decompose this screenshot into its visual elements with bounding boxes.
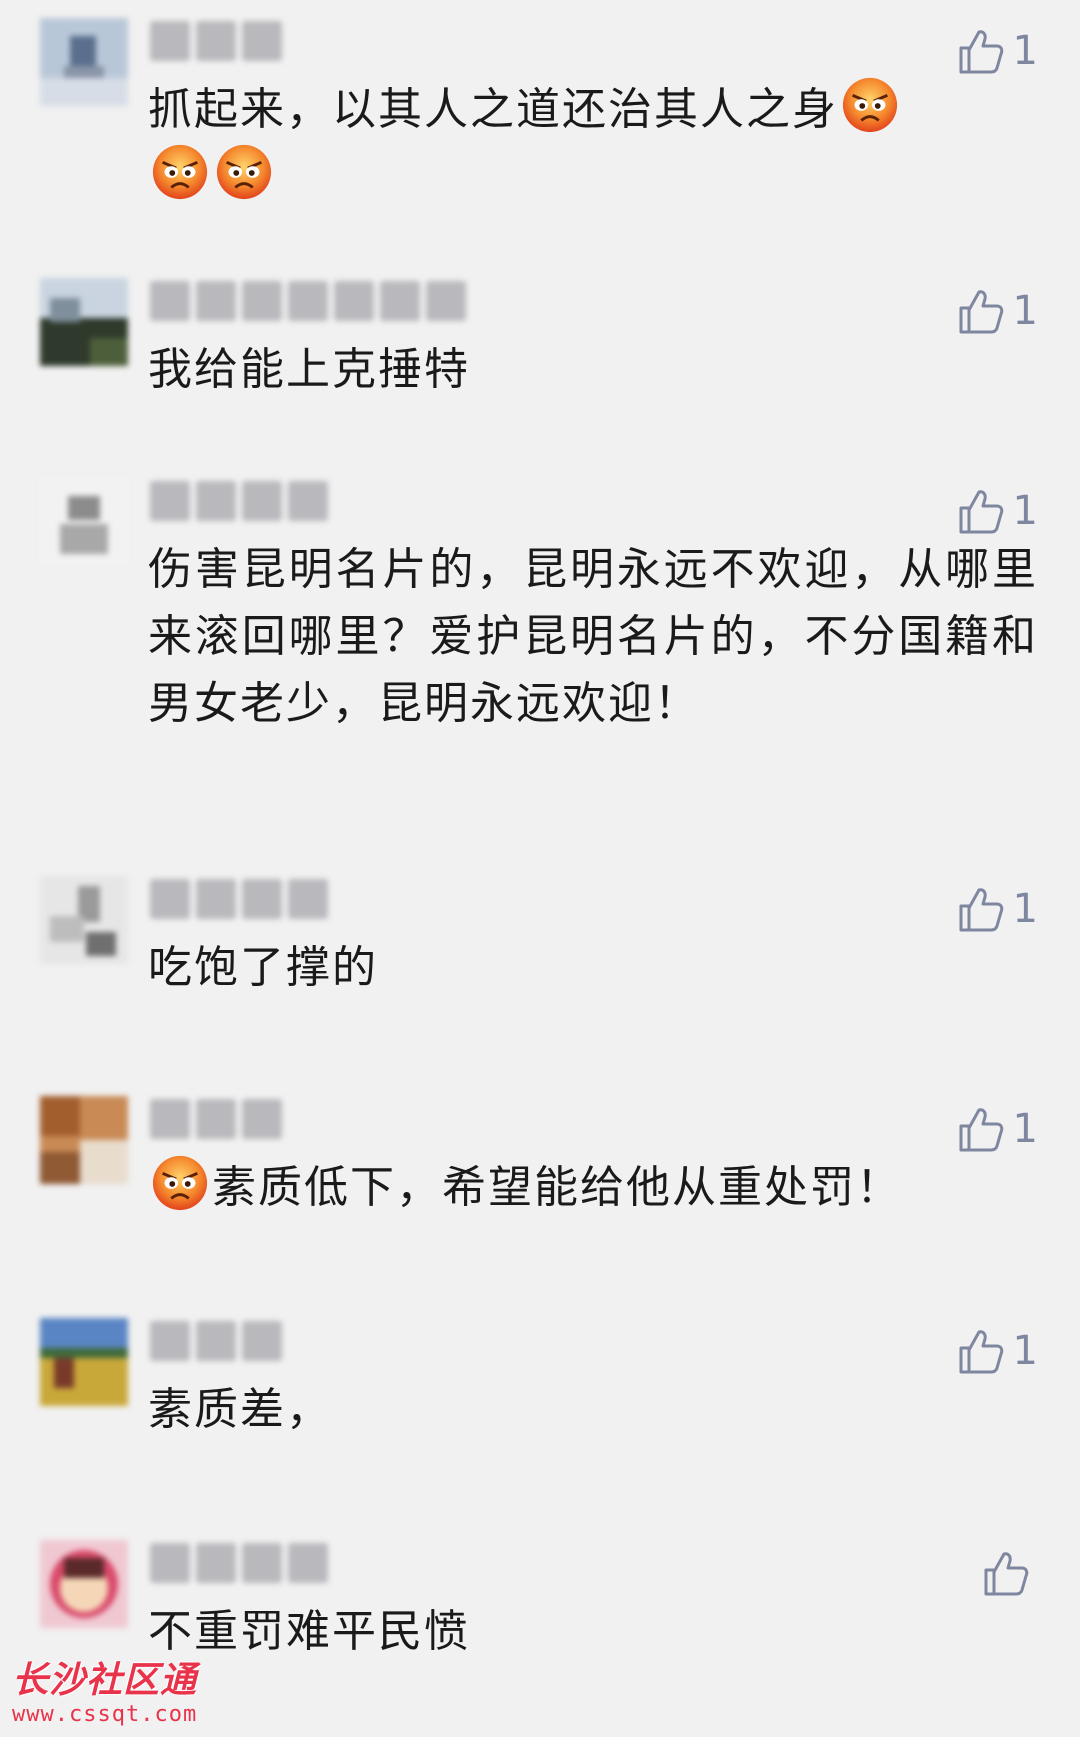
comment-text: 吃饱了撑的: [148, 942, 378, 993]
thumbs-up-icon: [959, 888, 1003, 932]
like-button[interactable]: [980, 1548, 1038, 1598]
like-button[interactable]: 1: [955, 1326, 1038, 1376]
thumbs-up-icon: [959, 290, 1003, 334]
username-blurred: [150, 1318, 282, 1364]
comment-text: 不重罚难平民愤: [148, 1606, 470, 1657]
comment-text: 素质差，: [148, 1384, 332, 1435]
avatar[interactable]: [40, 478, 128, 566]
like-count: 1: [1012, 488, 1038, 534]
like-button[interactable]: 1: [955, 286, 1038, 336]
thumbs-up-icon: [959, 1108, 1003, 1152]
thumbs-up-icon: [959, 30, 1003, 74]
like-count: 1: [1012, 28, 1038, 74]
comment-text: 抓起来，以其人之道还治其人之身: [148, 76, 1038, 210]
like-button[interactable]: 1: [955, 1104, 1038, 1154]
username-blurred: [150, 1096, 282, 1142]
like-count: 1: [1012, 288, 1038, 334]
angry-face-icon: [841, 76, 899, 134]
like-button[interactable]: 1: [955, 884, 1038, 934]
username-blurred: [150, 278, 466, 324]
angry-face-icon: [151, 143, 209, 201]
like-count: 1: [1012, 886, 1038, 932]
username-blurred: [150, 18, 282, 64]
avatar[interactable]: [40, 1540, 128, 1628]
comment-text: 素质低下，希望能给他从重处罚！: [148, 1154, 1038, 1221]
avatar[interactable]: [40, 278, 128, 366]
avatar[interactable]: [40, 1318, 128, 1406]
like-count: 1: [1012, 1106, 1038, 1152]
like-count: 1: [1012, 1328, 1038, 1374]
like-button[interactable]: 1: [955, 26, 1038, 76]
like-button[interactable]: 1: [955, 486, 1038, 536]
thumbs-up-icon: [984, 1552, 1029, 1596]
avatar[interactable]: [40, 18, 128, 106]
watermark: 长沙社区通 www.cssqt.com: [12, 1660, 197, 1728]
avatar[interactable]: [40, 1096, 128, 1184]
watermark-url: www.cssqt.com: [12, 1702, 198, 1727]
comment-text: 伤害昆明名片的，昆明永远不欢迎，从哪里来滚回哪里？爱护昆明名片的，不分国籍和男女…: [148, 544, 1038, 729]
username-blurred: [150, 1540, 328, 1586]
angry-face-icon: [215, 143, 273, 201]
watermark-logo: 长沙社区通: [12, 1660, 198, 1701]
thumbs-up-icon: [959, 490, 1003, 534]
angry-face-icon: [151, 1154, 209, 1212]
username-blurred: [150, 478, 328, 524]
avatar[interactable]: [40, 876, 128, 964]
comment-text: 我给能上克捶特: [148, 344, 470, 395]
username-blurred: [150, 876, 328, 922]
thumbs-up-icon: [959, 1330, 1003, 1374]
